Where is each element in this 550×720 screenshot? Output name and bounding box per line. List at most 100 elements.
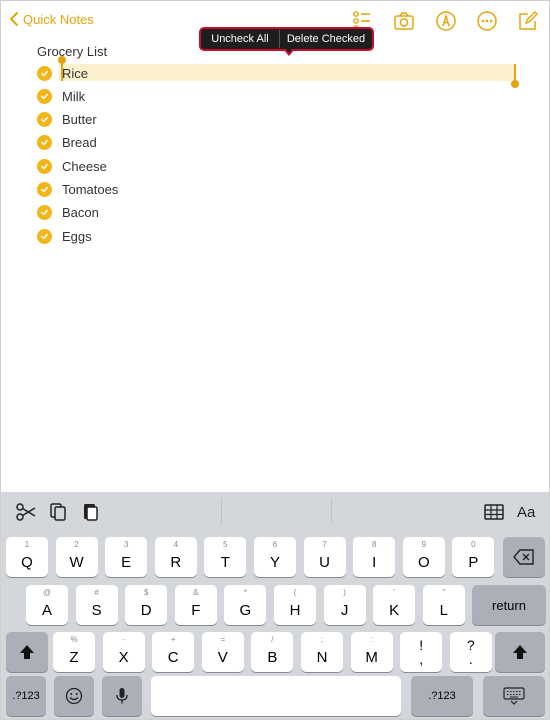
- key-letter[interactable]: ; N: [301, 632, 343, 672]
- key-label: T: [220, 554, 230, 571]
- checklist-item-label[interactable]: Tomatoes: [62, 182, 118, 197]
- key-label: N: [316, 649, 328, 666]
- checkmark-circle-icon[interactable]: [37, 65, 52, 81]
- paste-icon[interactable]: [79, 501, 101, 523]
- key-label: F: [191, 602, 201, 619]
- delete-key[interactable]: [503, 537, 545, 577]
- checklist-item-label[interactable]: Bacon: [62, 205, 99, 220]
- checkmark-circle-icon[interactable]: [37, 88, 52, 104]
- return-label: return: [492, 597, 526, 613]
- checkmark-circle-icon[interactable]: [37, 112, 52, 128]
- emoji-key[interactable]: [54, 676, 94, 716]
- key-letter[interactable]: = V: [201, 632, 244, 672]
- checklist-item-label[interactable]: Cheese: [62, 159, 107, 174]
- space-bar[interactable]: [151, 676, 401, 716]
- key-letter[interactable]: % Z: [53, 632, 95, 672]
- key-letter[interactable]: 4R: [154, 537, 197, 577]
- markup-icon[interactable]: [435, 10, 457, 32]
- key-secondary-label: ): [343, 588, 346, 597]
- key-letter[interactable]: @ A: [26, 585, 68, 625]
- key-letter[interactable]: " L: [422, 585, 465, 625]
- key-label: K: [389, 602, 400, 619]
- microphone-icon: [102, 676, 142, 716]
- key-letter[interactable]: 0P: [452, 537, 495, 577]
- copy-icon[interactable]: [47, 501, 69, 523]
- hide-keyboard-key[interactable]: [483, 676, 545, 716]
- key-letter[interactable]: $ D: [125, 585, 168, 625]
- numbers-key-right[interactable]: .?123: [411, 676, 473, 716]
- checkmark-circle-icon[interactable]: [37, 205, 52, 221]
- key-letter[interactable]: 7U: [303, 537, 346, 577]
- compose-icon[interactable]: [517, 10, 539, 32]
- checklist-item[interactable]: Cheese: [37, 156, 107, 176]
- key-letter[interactable]: -X: [102, 632, 145, 672]
- key-secondary-label: ;: [320, 635, 324, 644]
- key-label: U: [319, 554, 331, 571]
- table-icon[interactable]: [483, 501, 505, 523]
- checklist-item[interactable]: Bread: [37, 133, 97, 153]
- checklist-item[interactable]: Bacon: [37, 203, 99, 223]
- key-label: !: [419, 637, 424, 653]
- key-punctuation[interactable]: ?.: [449, 632, 492, 672]
- key-secondary-label: 2: [74, 540, 79, 549]
- key-letter[interactable]: ) J: [323, 585, 366, 625]
- dictation-key[interactable]: [102, 676, 142, 716]
- key-secondary-label: &: [193, 588, 199, 597]
- checkmark-circle-icon[interactable]: [37, 228, 52, 244]
- checklist-item-label[interactable]: Bread: [62, 135, 97, 150]
- scissors-icon[interactable]: [15, 501, 37, 523]
- key-secondary-label: 6: [272, 540, 278, 549]
- checklist-item[interactable]: Butter: [37, 110, 97, 130]
- key-letter[interactable]: 5T: [204, 537, 247, 577]
- note-title[interactable]: Grocery List: [37, 44, 107, 59]
- checkmark-circle-icon[interactable]: [37, 158, 52, 174]
- checklist-item-label[interactable]: Milk: [62, 89, 85, 104]
- more-icon[interactable]: [476, 10, 498, 32]
- checklist-item[interactable]: Rice: [37, 63, 88, 83]
- key-label: S: [91, 602, 102, 619]
- key-letter[interactable]: & F: [174, 585, 217, 625]
- checklist-item-label[interactable]: Butter: [62, 112, 97, 127]
- checklist-item[interactable]: Eggs: [37, 226, 92, 246]
- shift-key-right[interactable]: [495, 632, 545, 672]
- back-button[interactable]: Quick Notes: [9, 11, 94, 27]
- key-label: O: [417, 554, 430, 571]
- key-secondary-label: %: [70, 635, 78, 644]
- key-secondary-label: :: [370, 635, 373, 644]
- checkmark-circle-icon[interactable]: [37, 135, 52, 151]
- key-letter[interactable]: :M: [350, 632, 393, 672]
- keyboard-shortcut-bar: Aa: [1, 492, 549, 530]
- numbers-label: .?123: [12, 690, 40, 702]
- return-key[interactable]: return: [472, 585, 546, 625]
- key-letter[interactable]: ' K: [373, 585, 416, 625]
- numbers-key-left[interactable]: .?123: [6, 676, 46, 716]
- key-letter[interactable]: 2W: [55, 537, 98, 577]
- uncheck-all-button[interactable]: Uncheck All: [201, 33, 279, 45]
- key-letter[interactable]: 8I: [353, 537, 396, 577]
- checklist-item-label[interactable]: Rice: [62, 66, 88, 81]
- checkmark-circle-icon[interactable]: [37, 182, 52, 197]
- key-label: Z: [69, 649, 79, 666]
- delete-checked-button[interactable]: Delete Checked: [280, 33, 372, 45]
- selection-end-handle[interactable]: [511, 64, 519, 88]
- key-letter[interactable]: 6Y: [254, 537, 296, 577]
- key-label: H: [289, 602, 301, 619]
- shift-key-left[interactable]: [6, 632, 48, 672]
- camera-icon[interactable]: [393, 10, 415, 32]
- key-label: R: [170, 554, 182, 571]
- key-letter[interactable]: 1Q: [6, 537, 48, 577]
- checklist-item[interactable]: Milk: [37, 86, 85, 106]
- key-letter[interactable]: (H: [274, 585, 316, 625]
- key-secondary-label: 4: [173, 540, 179, 549]
- key-letter[interactable]: / B: [251, 632, 294, 672]
- format-button[interactable]: Aa: [517, 504, 535, 521]
- checklist-item-label[interactable]: Eggs: [62, 229, 92, 244]
- key-label: B: [267, 649, 278, 666]
- key-letter[interactable]: 9O: [402, 537, 445, 577]
- key-punctuation[interactable]: !,: [400, 632, 443, 672]
- key-letter[interactable]: # S: [75, 585, 118, 625]
- key-letter[interactable]: * G: [224, 585, 267, 625]
- key-letter[interactable]: 3E: [105, 537, 148, 577]
- key-letter[interactable]: + C: [152, 632, 195, 672]
- checklist-item[interactable]: Tomatoes: [37, 180, 118, 200]
